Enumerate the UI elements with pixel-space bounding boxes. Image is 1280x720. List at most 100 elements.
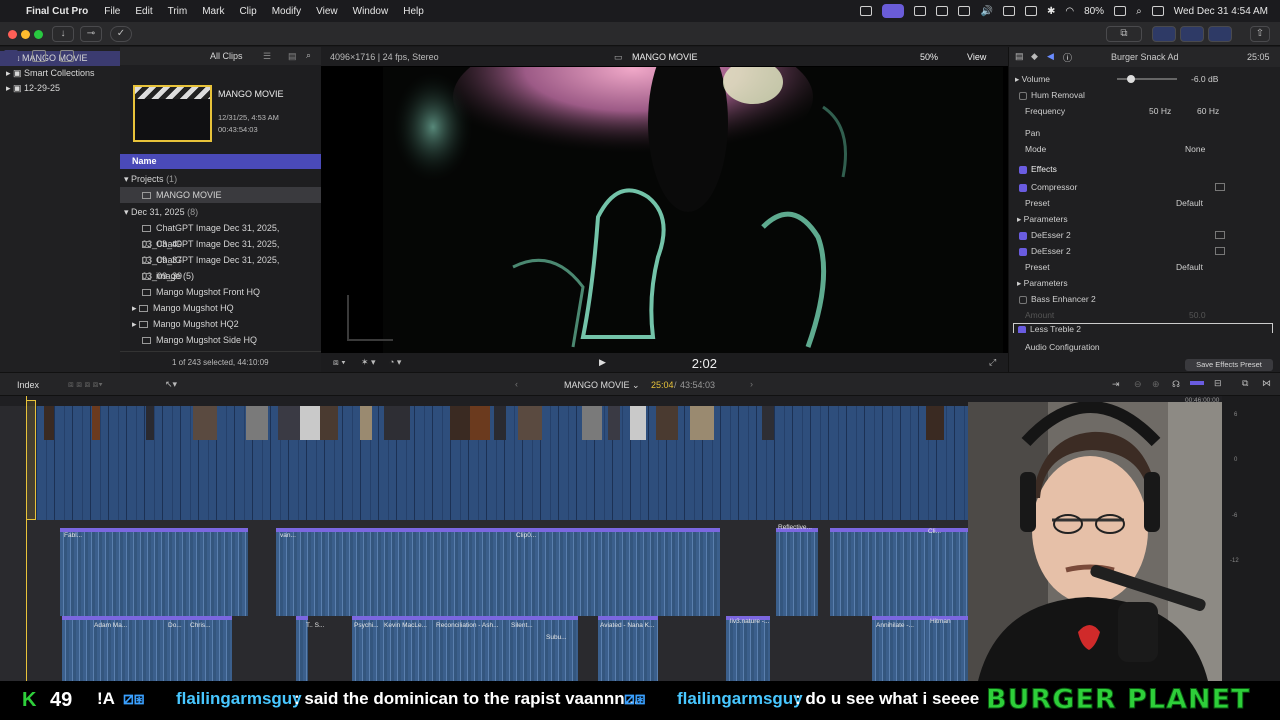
share-button[interactable]: ⇧ — [1250, 26, 1270, 42]
disclosure-icon[interactable]: ▸ — [1017, 278, 1021, 288]
history-forward-icon[interactable]: › — [750, 379, 753, 389]
bass-enhancer-checkbox[interactable] — [1019, 295, 1027, 304]
headphones-icon[interactable]: ☊ — [1172, 379, 1180, 390]
history-back-icon[interactable]: ‹ — [515, 379, 518, 389]
timeline-project-name[interactable]: MANGO MOVIE — [564, 380, 630, 390]
freq-50-option[interactable]: 50 Hz — [1149, 103, 1171, 119]
search-icon[interactable]: ⌕ — [1136, 6, 1142, 17]
screen-icon[interactable] — [1024, 6, 1037, 16]
clip-thumbnail[interactable] — [384, 406, 410, 440]
name-column-header[interactable]: Name — [120, 154, 321, 169]
menu-mark[interactable]: Mark — [202, 6, 224, 17]
save-effects-preset-button[interactable]: Save Effects Preset — [1185, 359, 1273, 371]
audio-tab-icon[interactable]: ◀ — [1047, 51, 1054, 62]
menu-trim[interactable]: Trim — [168, 6, 188, 17]
clip-row[interactable]: ChatGPT Image Dec 31, 2025, 03_09_37 — [120, 236, 321, 265]
toggle-timeline-button[interactable] — [1180, 26, 1204, 42]
clip-row[interactable]: Mango Mugshot Front HQ — [120, 284, 321, 300]
freq-60-option[interactable]: 60 Hz — [1197, 103, 1219, 119]
clip-thumbnail[interactable] — [690, 406, 714, 440]
hum-removal-row[interactable]: Hum Removal — [1009, 87, 1280, 103]
list-view-icon[interactable]: ☰ — [263, 51, 271, 62]
audio-meters-icon[interactable]: ⋈ — [1262, 378, 1271, 389]
clip-thumbnail[interactable] — [360, 406, 372, 440]
effects-checkbox[interactable] — [1019, 165, 1027, 174]
effect-editor-icon[interactable] — [1215, 247, 1225, 255]
clip-thumbnail[interactable] — [146, 406, 154, 440]
project-menu-icon[interactable]: ⌄ — [632, 380, 640, 391]
index-button[interactable]: Index — [17, 380, 39, 390]
effect-editor-icon[interactable] — [1215, 183, 1225, 191]
clip-appearance-icon[interactable]: ⊖ — [1134, 379, 1142, 390]
bluetooth-icon[interactable]: ✱ — [1047, 6, 1055, 17]
skimming-toggle[interactable] — [1190, 381, 1204, 385]
snapping-icon[interactable]: ⊟ — [1214, 378, 1222, 389]
zoom-menu[interactable]: 50% — [920, 52, 938, 62]
volume-slider-knob[interactable] — [1127, 75, 1135, 83]
import-button[interactable]: ↓ — [52, 26, 74, 42]
disclosure-icon[interactable]: ▸ — [1017, 214, 1021, 224]
clip-row[interactable]: ChatGPT Image Dec 31, 2025, 03_03_40 — [120, 220, 321, 249]
audio-clip[interactable] — [926, 616, 974, 681]
titles-tab-icon[interactable] — [60, 50, 74, 62]
mode-row[interactable]: Mode None — [1009, 141, 1280, 157]
clip-thumbnail[interactable] — [608, 406, 620, 440]
preset-popup[interactable]: Default — [1176, 259, 1203, 275]
clip-thumbnail[interactable] — [762, 406, 774, 440]
video-frame[interactable] — [383, 67, 1003, 353]
clip-row[interactable]: Mango Mugshot Side HQ — [120, 332, 321, 348]
clip-row[interactable]: ChatGPT Image Dec 31, 2025, 03_09_39 — [120, 252, 321, 281]
preset-popup[interactable]: Default — [1176, 195, 1203, 211]
clip-row[interactable]: ▸ Mango Mugshot HQ2 — [120, 316, 321, 332]
clip-row[interactable]: ▸ Mango Mugshot HQ — [120, 300, 321, 316]
clip-thumbnail[interactable] — [278, 406, 300, 440]
connect-clip-icon[interactable]: ⧈ ⧈ ⧈ ⧈▾ — [68, 379, 103, 390]
volume-slider[interactable] — [1117, 78, 1177, 80]
effect-editor-icon[interactable] — [1215, 231, 1225, 239]
menu-clip[interactable]: Clip — [239, 6, 256, 17]
toggle-browser-button[interactable] — [1152, 26, 1176, 42]
desser1-row[interactable]: DeEsser 2 — [1009, 227, 1280, 243]
audio-clip[interactable] — [60, 528, 248, 616]
hum-removal-checkbox[interactable] — [1019, 91, 1027, 100]
playhead[interactable] — [26, 396, 27, 681]
project-row[interactable]: MANGO MOVIE — [120, 187, 321, 203]
clip-thumbnail[interactable] — [926, 406, 944, 440]
clip-thumbnail[interactable] — [470, 406, 490, 440]
effects-row[interactable]: Effects — [1009, 161, 1280, 177]
clip-thumbnail[interactable] — [300, 406, 320, 440]
wifi-icon[interactable]: ◠ — [1065, 6, 1074, 17]
audio-clip[interactable] — [276, 528, 720, 616]
event-group[interactable]: ▾ Dec 31, 2025 (8) — [120, 204, 321, 220]
volume-icon[interactable]: 🔊 — [980, 6, 992, 17]
clip-row[interactable]: image (5) — [120, 268, 321, 284]
clip-thumbnail[interactable] — [582, 406, 602, 440]
record-icon[interactable] — [936, 6, 949, 16]
fullscreen-icon[interactable]: ⤢ — [989, 357, 996, 368]
speed-menu-icon[interactable]: ◔ ▾ — [389, 357, 401, 368]
photos-tab-icon[interactable] — [32, 50, 46, 62]
display-icon[interactable] — [1002, 6, 1015, 16]
play-icon[interactable] — [958, 6, 971, 16]
project-thumbnail[interactable] — [133, 85, 212, 142]
library-item-smart-collections[interactable]: ▸ ▣ Smart Collections — [0, 66, 120, 81]
clip-thumbnail[interactable] — [630, 406, 646, 440]
battery-icon[interactable] — [1114, 6, 1127, 16]
desser-preset-row[interactable]: Preset Default — [1009, 259, 1280, 275]
transform-menu-icon[interactable]: ⧈ ▾ — [333, 357, 346, 368]
library-item-event[interactable]: ▸ ▣ 12-29-25 — [0, 81, 120, 96]
clip-thumbnail[interactable] — [44, 406, 54, 440]
play-button[interactable]: ▶ — [599, 357, 606, 368]
desser2-row[interactable]: DeEsser 2 — [1009, 243, 1280, 259]
info-tab-icon[interactable]: ⓘ — [1063, 51, 1072, 64]
minimize-window-button[interactable] — [21, 30, 30, 39]
video-tab-icon[interactable]: ▤ — [1015, 51, 1024, 62]
clip-thumbnail[interactable] — [92, 406, 100, 440]
app-menu[interactable]: Final Cut Pro — [26, 6, 88, 17]
clip-thumbnail[interactable] — [656, 406, 678, 440]
audio-clip[interactable] — [830, 528, 970, 616]
clip-thumbnail[interactable] — [518, 406, 542, 440]
screen-record-icon[interactable] — [860, 6, 873, 16]
audio-clip[interactable] — [776, 528, 818, 616]
enhance-menu-icon[interactable]: ✶ ▾ — [361, 357, 376, 368]
